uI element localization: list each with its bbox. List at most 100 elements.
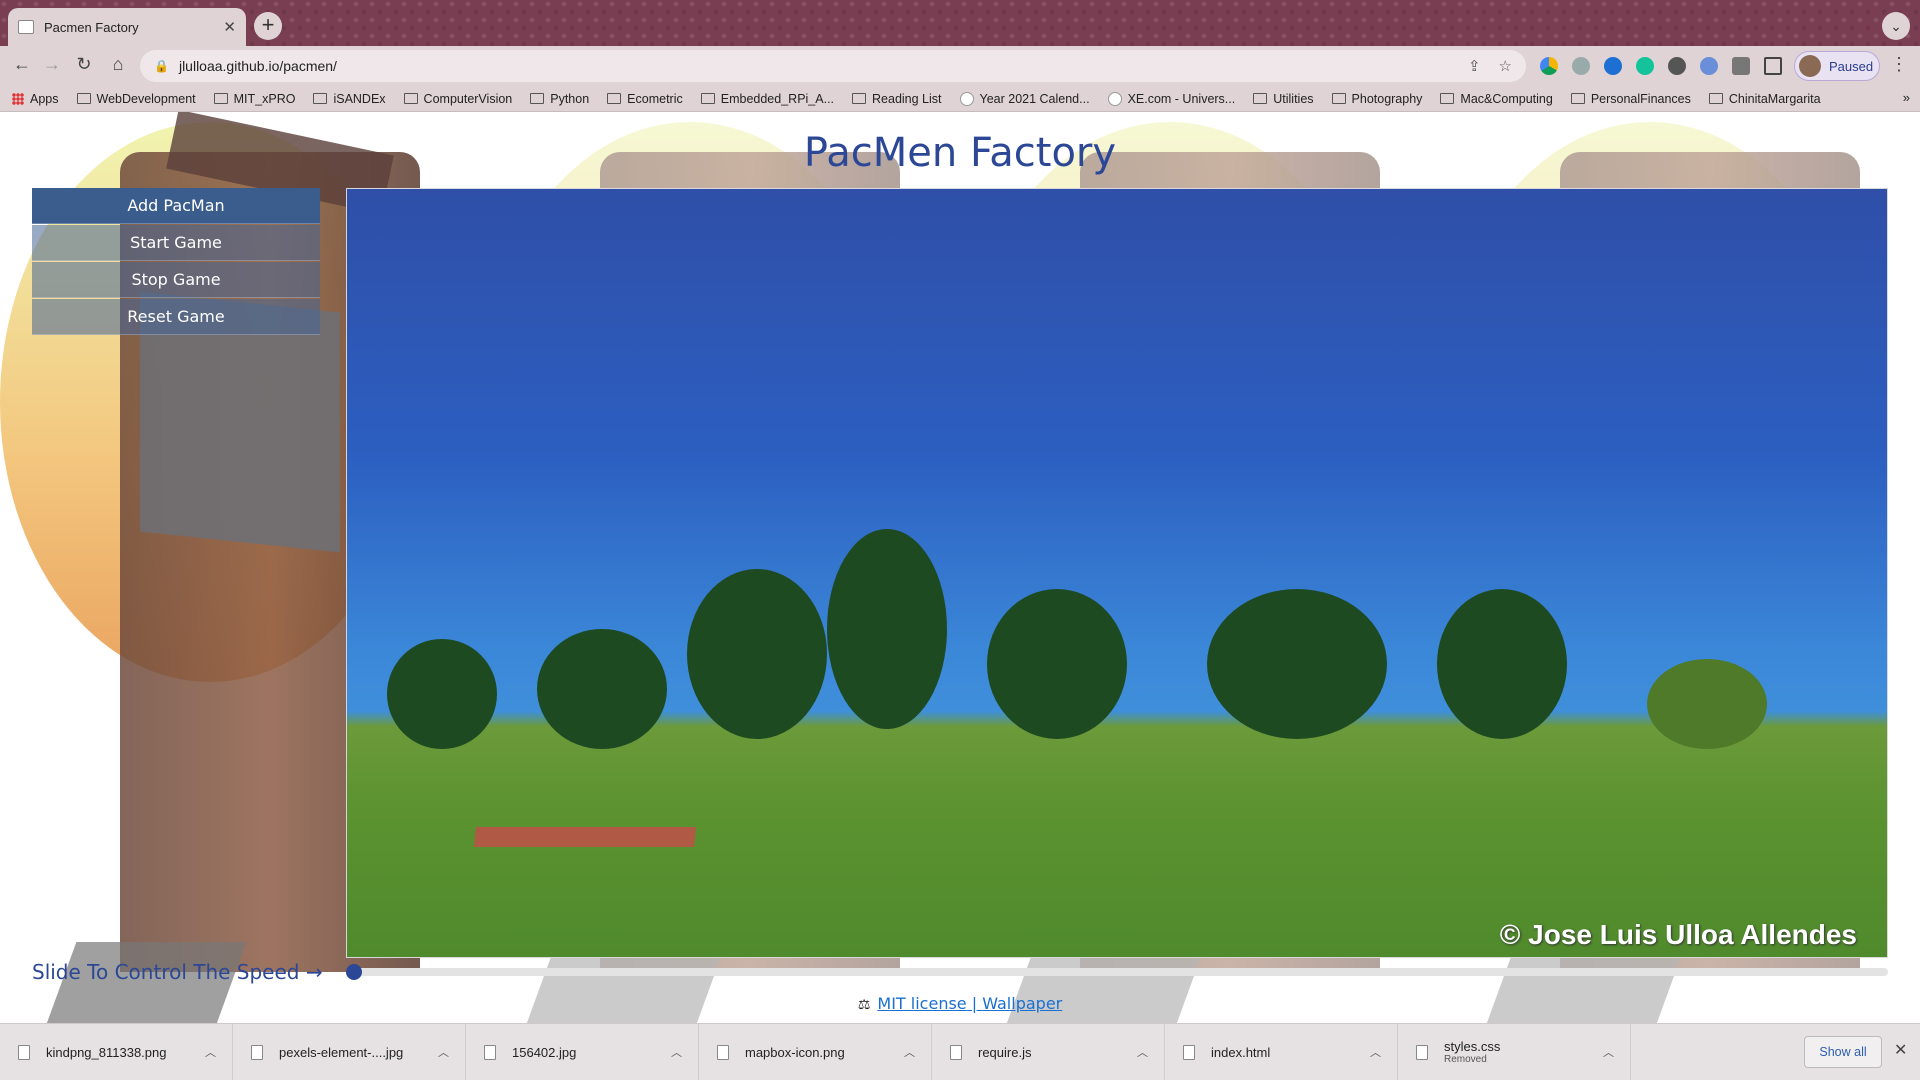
profile-button[interactable]: Paused — [1794, 51, 1880, 81]
file-icon — [484, 1044, 496, 1060]
page-title: PacMen Factory — [803, 130, 1117, 176]
bookmark-item[interactable]: Apps — [12, 92, 59, 106]
folder-icon — [1331, 93, 1346, 104]
back-arrow-icon[interactable]: ← — [10, 54, 34, 75]
avatar — [1799, 55, 1821, 77]
tree-graphic — [1437, 589, 1567, 739]
file-icon — [717, 1044, 729, 1060]
tree-graphic — [687, 569, 827, 739]
lock-icon[interactable]: 🔒 — [154, 59, 169, 73]
bookmark-label: MIT_xPRO — [233, 91, 296, 106]
folder-icon — [1708, 93, 1723, 104]
file-icon — [18, 1044, 30, 1060]
footer-separator[interactable]: | — [967, 994, 983, 1013]
bookmark-item[interactable]: Utilities — [1253, 91, 1314, 106]
download-options-chevron-icon[interactable]: ︿ — [904, 1044, 915, 1060]
download-item[interactable]: kindpng_811338.png ︿ — [0, 1023, 233, 1080]
download-item[interactable]: require.js ︿ — [932, 1023, 1165, 1080]
tab-pacmen-factory[interactable]: Pacmen Factory ✕ — [8, 8, 246, 46]
wallpaper-link[interactable]: Wallpaper — [982, 994, 1062, 1013]
tab-close-icon[interactable]: ✕ — [223, 18, 236, 36]
bookmark-item[interactable]: Python — [530, 92, 589, 106]
mit-license-link[interactable]: MIT license — [877, 994, 966, 1013]
game-stage[interactable]: © Jose Luis Ulloa Allendes — [346, 188, 1888, 958]
bookmark-item[interactable]: Embedded_RPi_A... — [700, 92, 834, 106]
start-game-button[interactable]: Start Game — [32, 225, 320, 261]
photo-credit: © Jose Luis Ulloa Allendes — [1499, 919, 1857, 950]
bookmark-item[interactable]: iSANDEx — [313, 92, 386, 106]
bookmark-item[interactable]: PersonalFinances — [1570, 92, 1691, 106]
bookmark-item[interactable]: MIT_xPRO — [213, 91, 296, 106]
bookmark-label: Python — [550, 91, 590, 106]
grammarly-extension-icon[interactable] — [1636, 57, 1654, 75]
bookmark-item[interactable]: Year 2021 Calend... — [959, 91, 1090, 106]
bookmark-item[interactable]: ChinitaMargarita — [1708, 92, 1821, 106]
scale-icon: ⚖ — [857, 997, 871, 1013]
download-options-chevron-icon[interactable]: ︿ — [671, 1044, 682, 1060]
stop-game-button[interactable]: Stop Game — [32, 262, 320, 298]
show-all-downloads-button[interactable]: Show all — [1804, 1036, 1882, 1068]
new-tab-button[interactable]: + — [254, 12, 282, 40]
download-filename: mapbox-icon.png — [745, 1044, 845, 1060]
dark-extension-icon[interactable] — [1668, 57, 1686, 75]
forward-arrow-icon[interactable]: → — [40, 54, 64, 75]
tab-search-chevron-icon[interactable]: ⌄ — [1882, 12, 1910, 40]
download-options-chevron-icon[interactable]: ︿ — [438, 1044, 449, 1060]
share-icon[interactable]: ⇪ — [1468, 57, 1481, 75]
bookmark-label: WebDevelopment — [96, 91, 196, 106]
download-options-chevron-icon[interactable]: ︿ — [1137, 1044, 1148, 1060]
puzzle-extensions-icon[interactable] — [1732, 57, 1750, 75]
folder-icon — [213, 93, 228, 104]
reload-icon[interactable]: ↻ — [72, 54, 96, 75]
download-options-chevron-icon[interactable]: ︿ — [1603, 1044, 1614, 1060]
folder-icon — [76, 93, 91, 104]
url-text[interactable]: jlulloaa.github.io/pacmen/ — [179, 58, 1450, 74]
speed-slider-label: Slide To Control The Speed → — [32, 960, 323, 984]
side-panel-icon[interactable] — [1764, 57, 1782, 75]
bookmark-star-icon[interactable]: ☆ — [1499, 57, 1512, 75]
bookmarks-overflow-icon[interactable]: » — [1903, 90, 1910, 105]
bookmark-label: Year 2021 Calend... — [979, 91, 1090, 106]
bookmark-item[interactable]: Reading List — [852, 92, 942, 106]
download-item[interactable]: index.html ︿ — [1165, 1023, 1398, 1080]
bookmark-label: Utilities — [1273, 91, 1314, 106]
bookmark-item[interactable]: Photography — [1331, 91, 1423, 106]
tree-graphic — [827, 529, 947, 729]
download-info: kindpng_811338.png — [46, 1045, 205, 1060]
tab-title: Pacmen Factory — [44, 19, 139, 35]
sync-extension-icon[interactable] — [1700, 57, 1718, 75]
browser-menu-icon[interactable]: ⋮ — [1890, 54, 1908, 75]
downloads-bar: kindpng_811338.png ︿ pexels-element-....jp… — [0, 1023, 1920, 1080]
download-options-chevron-icon[interactable]: ︿ — [1370, 1044, 1381, 1060]
bookmark-item[interactable]: Mac&Computing — [1440, 92, 1553, 106]
address-bar[interactable]: 🔒 jlulloaa.github.io/pacmen/ ⇪ ☆ — [140, 50, 1526, 82]
browser-toolbar: ← → ↻ ⌂ 🔒 jlulloaa.github.io/pacmen/ ⇪ ☆… — [0, 46, 1920, 86]
close-downloads-icon[interactable]: ✕ — [1894, 1040, 1907, 1060]
k-extension-icon[interactable] — [1604, 57, 1622, 75]
folder-icon — [530, 93, 545, 104]
google-drive-extension-icon[interactable] — [1540, 57, 1558, 75]
file-icon — [1416, 1044, 1428, 1060]
bookmark-item[interactable]: XE.com - Univers... — [1107, 91, 1235, 106]
home-icon[interactable]: ⌂ — [106, 54, 130, 75]
bookmark-item[interactable]: Ecometric — [607, 92, 683, 106]
bookmark-label: Photography — [1351, 91, 1423, 106]
bookmark-item[interactable]: ComputerVision — [403, 91, 513, 106]
download-info: styles.css Removed — [1444, 1039, 1603, 1065]
download-item[interactable]: mapbox-icon.png ︿ — [699, 1023, 932, 1080]
bookmark-item[interactable]: WebDevelopment — [76, 91, 196, 106]
tree-graphic — [1207, 589, 1387, 739]
tree-graphic — [537, 629, 667, 749]
add-pacman-button[interactable]: Add PacMan — [32, 188, 320, 224]
speed-slider[interactable] — [346, 964, 1888, 980]
file-icon — [251, 1044, 263, 1060]
bookmark-label: ComputerVision — [423, 91, 513, 106]
download-item[interactable]: pexels-element-....jpg ︿ — [233, 1023, 466, 1080]
speed-slider-handle[interactable] — [346, 964, 362, 980]
download-item[interactable]: styles.css Removed ︿ — [1398, 1023, 1631, 1080]
search-extension-icon[interactable] — [1572, 57, 1590, 75]
download-options-chevron-icon[interactable]: ︿ — [205, 1044, 216, 1060]
reset-game-button[interactable]: Reset Game — [32, 299, 320, 335]
download-filename: kindpng_811338.png — [46, 1044, 167, 1060]
download-item[interactable]: 156402.jpg ︿ — [466, 1023, 699, 1080]
